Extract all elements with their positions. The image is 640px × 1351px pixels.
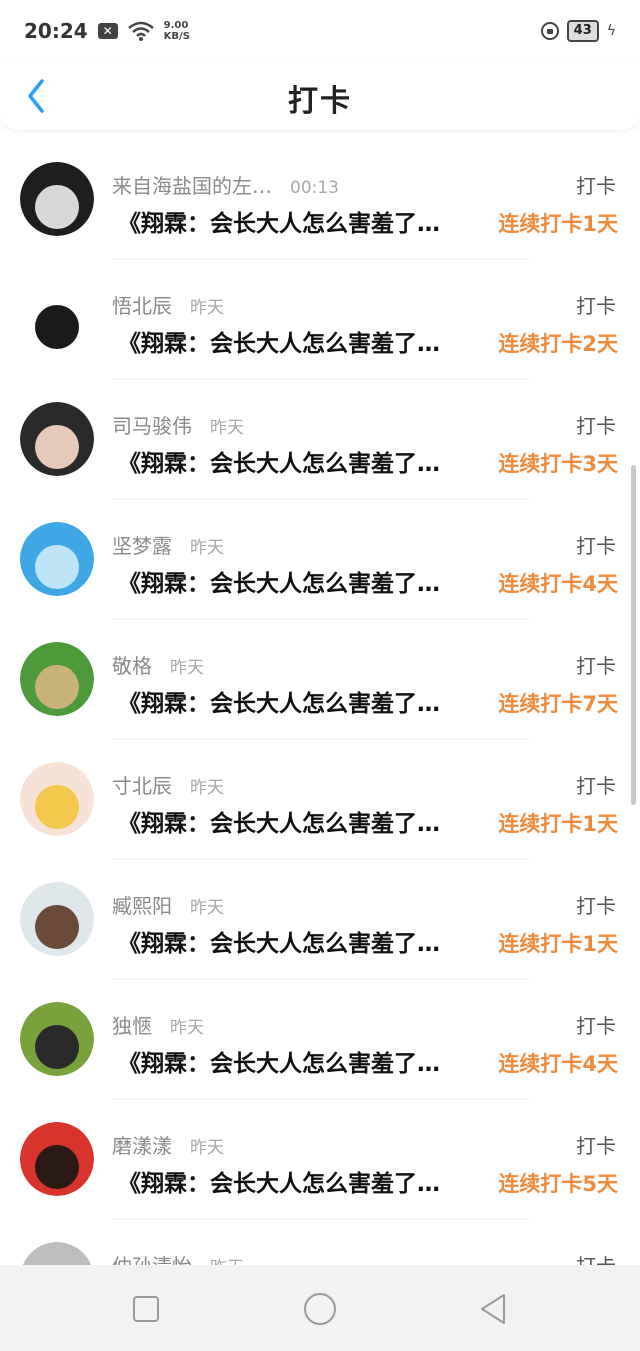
scrollbar[interactable] bbox=[631, 465, 636, 805]
streak-label: 连续打卡1天 bbox=[498, 812, 618, 836]
avatar[interactable] bbox=[20, 762, 94, 836]
name-line: 磨漾漾 昨天 bbox=[112, 1130, 224, 1159]
user-name[interactable]: 悟北辰 bbox=[112, 290, 172, 319]
user-name[interactable]: 司马骏伟 bbox=[112, 410, 192, 439]
name-line: 来自海盐国的左… 00:13 bbox=[112, 170, 339, 199]
name-line: 司马骏伟 昨天 bbox=[112, 410, 244, 439]
avatar[interactable] bbox=[20, 1002, 94, 1076]
user-name[interactable]: 寸北辰 bbox=[112, 770, 172, 799]
rotation-lock-icon bbox=[540, 22, 559, 40]
charging-icon: ϟ bbox=[606, 23, 616, 39]
action-label: 打卡 bbox=[576, 774, 616, 798]
avatar[interactable] bbox=[20, 882, 94, 956]
name-line: 臧熙阳 昨天 bbox=[112, 890, 224, 919]
list-item[interactable]: 坚梦露 昨天 打卡 《翔霖：会长大人怎么害羞了… 连续打卡4天 bbox=[0, 500, 640, 620]
action-label: 打卡 bbox=[576, 294, 616, 318]
action-label: 打卡 bbox=[576, 1134, 616, 1158]
user-name[interactable]: 来自海盐国的左… bbox=[112, 170, 272, 199]
network-speed-unit: KB/S bbox=[163, 31, 190, 42]
network-speed-value: 9.00 bbox=[163, 20, 189, 31]
user-name[interactable]: 磨漾漾 bbox=[112, 1130, 172, 1159]
post-time: 昨天 bbox=[190, 898, 224, 918]
status-bar: 20:24 ✕ 9.00 KB/S 43 ϟ bbox=[0, 0, 640, 62]
avatar[interactable] bbox=[20, 642, 94, 716]
post-time: 昨天 bbox=[170, 1018, 204, 1038]
triangle-back-icon[interactable] bbox=[474, 1289, 514, 1329]
avatar[interactable] bbox=[20, 402, 94, 476]
book-title[interactable]: 《翔霖：会长大人怎么害羞了… bbox=[118, 444, 484, 478]
streak-label: 连续打卡2天 bbox=[498, 332, 618, 356]
post-time: 昨天 bbox=[210, 418, 244, 438]
name-line: 敬格 昨天 bbox=[112, 650, 204, 679]
list-item[interactable]: 寸北辰 昨天 打卡 《翔霖：会长大人怎么害羞了… 连续打卡1天 bbox=[0, 740, 640, 860]
avatar[interactable] bbox=[20, 522, 94, 596]
system-nav-bar bbox=[0, 1265, 640, 1351]
list-item[interactable]: 来自海盐国的左… 00:13 打卡 《翔霖：会长大人怎么害羞了… 连续打卡1天 bbox=[0, 140, 640, 260]
name-line: 悟北辰 昨天 bbox=[112, 290, 224, 319]
name-line: 独愜 昨天 bbox=[112, 1010, 204, 1039]
status-bar-left: 20:24 ✕ 9.00 KB/S bbox=[24, 19, 190, 43]
book-title[interactable]: 《翔霖：会长大人怎么害羞了… bbox=[118, 324, 484, 358]
action-label: 打卡 bbox=[576, 414, 616, 438]
list-item[interactable]: 悟北辰 昨天 打卡 《翔霖：会长大人怎么害羞了… 连续打卡2天 bbox=[0, 260, 640, 380]
streak-label: 连续打卡4天 bbox=[498, 1052, 618, 1076]
list-item[interactable]: 磨漾漾 昨天 打卡 《翔霖：会长大人怎么害羞了… 连续打卡5天 bbox=[0, 1100, 640, 1220]
list-item[interactable]: 司马骏伟 昨天 打卡 《翔霖：会长大人怎么害羞了… 连续打卡3天 bbox=[0, 380, 640, 500]
avatar[interactable] bbox=[20, 162, 94, 236]
user-name[interactable]: 独愜 bbox=[112, 1010, 152, 1039]
post-time: 昨天 bbox=[190, 778, 224, 798]
action-label: 打卡 bbox=[576, 1014, 616, 1038]
streak-label: 连续打卡7天 bbox=[498, 692, 618, 716]
wifi-icon bbox=[127, 21, 154, 41]
user-name[interactable]: 臧熙阳 bbox=[112, 890, 172, 919]
network-speed: 9.00 KB/S bbox=[164, 20, 190, 42]
close-box-icon: ✕ bbox=[97, 23, 118, 39]
action-label: 打卡 bbox=[576, 894, 616, 918]
list-item[interactable]: 敬格 昨天 打卡 《翔霖：会长大人怎么害羞了… 连续打卡7天 bbox=[0, 620, 640, 740]
book-title[interactable]: 《翔霖：会长大人怎么害羞了… bbox=[118, 564, 484, 598]
book-title[interactable]: 《翔霖：会长大人怎么害羞了… bbox=[118, 684, 484, 718]
book-title[interactable]: 《翔霖：会长大人怎么害羞了… bbox=[118, 1164, 484, 1198]
action-label: 打卡 bbox=[576, 654, 616, 678]
list-item[interactable]: 独愜 昨天 打卡 《翔霖：会长大人怎么害羞了… 连续打卡4天 bbox=[0, 980, 640, 1100]
circle-home-icon[interactable] bbox=[300, 1289, 340, 1329]
app-header: 打卡 bbox=[0, 62, 640, 130]
page-title: 打卡 bbox=[288, 84, 352, 119]
checkin-list: 来自海盐国的左… 00:13 打卡 《翔霖：会长大人怎么害羞了… 连续打卡1天 … bbox=[0, 140, 640, 1340]
battery-level: 43 bbox=[566, 20, 599, 42]
action-label: 打卡 bbox=[576, 174, 616, 198]
streak-label: 连续打卡1天 bbox=[498, 932, 618, 956]
streak-label: 连续打卡5天 bbox=[498, 1172, 618, 1196]
streak-label: 连续打卡3天 bbox=[498, 452, 618, 476]
book-title[interactable]: 《翔霖：会长大人怎么害羞了… bbox=[118, 924, 484, 958]
streak-label: 连续打卡1天 bbox=[498, 212, 618, 236]
post-time: 00:13 bbox=[290, 178, 339, 198]
action-label: 打卡 bbox=[576, 534, 616, 558]
square-recent-icon[interactable] bbox=[126, 1289, 166, 1329]
status-time: 20:24 bbox=[24, 19, 88, 43]
user-name[interactable]: 敬格 bbox=[112, 650, 152, 679]
streak-label: 连续打卡4天 bbox=[498, 572, 618, 596]
post-time: 昨天 bbox=[190, 1138, 224, 1158]
name-line: 坚梦露 昨天 bbox=[112, 530, 224, 559]
avatar[interactable] bbox=[20, 1122, 94, 1196]
name-line: 寸北辰 昨天 bbox=[112, 770, 224, 799]
post-time: 昨天 bbox=[170, 658, 204, 678]
book-title[interactable]: 《翔霖：会长大人怎么害羞了… bbox=[118, 204, 484, 238]
user-name[interactable]: 坚梦露 bbox=[112, 530, 172, 559]
post-time: 昨天 bbox=[190, 538, 224, 558]
book-title[interactable]: 《翔霖：会长大人怎么害羞了… bbox=[118, 1044, 484, 1078]
post-time: 昨天 bbox=[190, 298, 224, 318]
status-bar-right: 43 ϟ bbox=[540, 20, 616, 42]
list-item[interactable]: 臧熙阳 昨天 打卡 《翔霖：会长大人怎么害羞了… 连续打卡1天 bbox=[0, 860, 640, 980]
avatar[interactable] bbox=[20, 282, 94, 356]
book-title[interactable]: 《翔霖：会长大人怎么害羞了… bbox=[118, 804, 484, 838]
